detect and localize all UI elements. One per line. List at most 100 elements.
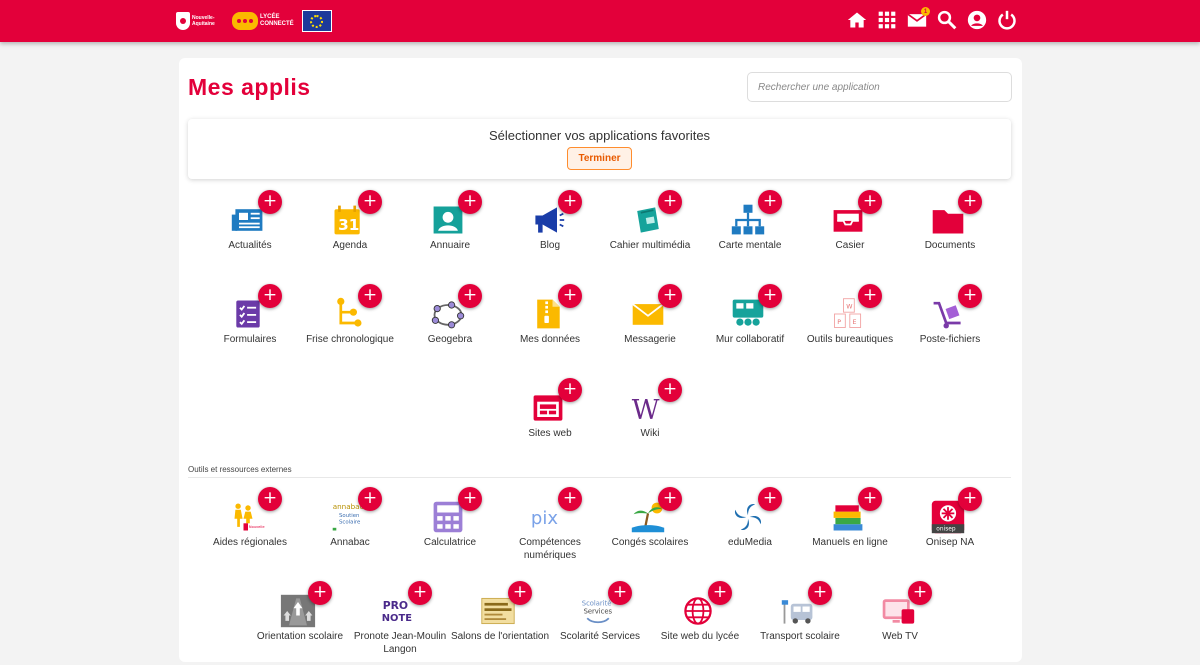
add-favorite-icon[interactable]: + [408,581,432,605]
add-favorite-icon[interactable]: + [658,284,682,308]
app-tile-messagerie[interactable]: + Messagerie [600,281,700,367]
region-logo-text: Nouvelle- Aquitaine [192,15,215,27]
add-favorite-icon[interactable]: + [558,190,582,214]
app-tile-geogebra[interactable]: + Geogebra [400,281,500,367]
app-name: Cahier multimédia [609,240,691,251]
add-favorite-icon[interactable]: + [258,284,282,308]
region-shield-icon [176,12,190,30]
app-tile-onisep-na[interactable]: onisep + Onisep NA [900,484,1000,570]
lycee-connecte-logo[interactable]: LYCÉE CONNECTÉ [232,10,294,32]
app-name: Orientation scolaire [256,631,344,642]
add-favorite-icon[interactable]: + [758,284,782,308]
add-favorite-icon[interactable]: + [858,190,882,214]
app-tile-agenda[interactable]: 31 + Agenda [300,187,400,273]
app-name: Mes données [519,334,581,345]
add-favorite-icon[interactable]: + [358,487,382,511]
add-favorite-icon[interactable]: + [358,190,382,214]
app-tile-wiki[interactable]: W + Wiki [600,375,700,461]
apps-grid-icon [878,11,896,29]
app-tile-blog[interactable]: + Blog [500,187,600,273]
add-favorite-icon[interactable]: + [658,190,682,214]
app-tile-carte-mentale[interactable]: + Carte mentale [700,187,800,273]
app-tile-pronote[interactable]: PRO NOTE + Pronote Jean-Moulin Langon [350,578,450,664]
add-favorite-icon[interactable]: + [258,487,282,511]
app-tile-annabac[interactable]: annabac Soutien Scolaire + Annabac [300,484,400,570]
app-tile-documents[interactable]: + Documents [900,187,1000,273]
app-tile-annuaire[interactable]: + Annuaire [400,187,500,273]
add-favorite-icon[interactable]: + [508,581,532,605]
messages-button[interactable]: 1 [906,7,930,32]
search-button[interactable] [936,8,958,32]
svg-text:31: 31 [338,216,359,234]
external-section-heading: Outils et ressources externes [188,465,1011,478]
home-icon [847,12,867,28]
app-tile-edumedia[interactable]: + eduMedia [700,484,800,570]
annabac-logo-sub1: Soutien [339,513,359,519]
add-favorite-icon[interactable]: + [858,284,882,308]
add-favorite-icon[interactable]: + [958,284,982,308]
app-tile-scolarite-services[interactable]: Scolarité Services + Scolarité Services [550,578,650,664]
app-name: Congés scolaires [611,537,689,548]
app-tile-salons-orientation[interactable]: + Salons de l'orientation [450,578,550,664]
add-favorite-icon[interactable]: + [558,284,582,308]
add-favorite-icon[interactable]: + [958,190,982,214]
add-favorite-icon[interactable]: + [708,581,732,605]
add-favorite-icon[interactable]: + [558,487,582,511]
add-favorite-icon[interactable]: + [808,581,832,605]
app-tile-outils-bureautiques[interactable]: W P E + Outils bureautiques [800,281,900,367]
svg-text:E: E [853,319,857,326]
onisep-logo-text: onisep [936,527,956,533]
home-button[interactable] [846,8,868,32]
add-favorite-icon[interactable]: + [658,487,682,511]
page-title: Mes applis [188,74,311,100]
app-name: Calculatrice [423,537,477,548]
app-tile-site-web-lycee[interactable]: + Site web du lycée [650,578,750,664]
add-favorite-icon[interactable]: + [858,487,882,511]
app-name: eduMedia [728,537,772,548]
add-favorite-icon[interactable]: + [258,190,282,214]
app-tile-aides-regionales[interactable]: Nouvelle + Aides régionales [200,484,300,570]
app-tile-manuels-en-ligne[interactable]: + Manuels en ligne [800,484,900,570]
app-tile-web-tv[interactable]: + Web TV [850,578,950,664]
add-favorite-icon[interactable]: + [558,378,582,402]
finish-button[interactable]: Terminer [567,147,632,170]
app-tile-mes-donnees[interactable]: + Mes données [500,281,600,367]
add-favorite-icon[interactable]: + [958,487,982,511]
app-search-input[interactable] [747,72,1012,102]
add-favorite-icon[interactable]: + [758,190,782,214]
add-favorite-icon[interactable]: + [458,487,482,511]
app-name: Salons de l'orientation [450,631,550,642]
app-tile-competences-numeriques[interactable]: pix + Compétences numériques [500,484,600,570]
app-tile-mur-collaboratif[interactable]: + Mur collaboratif [700,281,800,367]
add-favorite-icon[interactable]: + [908,581,932,605]
logo-group: Nouvelle- Aquitaine LYCÉE CONNECTÉ [176,8,332,34]
app-name: Actualités [228,240,272,251]
add-favorite-icon[interactable]: + [658,378,682,402]
app-tile-actualites[interactable]: + Actualités [200,187,300,273]
app-tile-calculatrice[interactable]: + Calculatrice [400,484,500,570]
apps-button[interactable] [876,8,898,32]
favorites-selection-banner: Sélectionner vos applications favorites … [188,119,1011,179]
app-tile-cahier-multimedia[interactable]: + Cahier multimédia [600,187,700,273]
app-name: Transport scolaire [760,631,840,642]
app-tile-orientation-scolaire[interactable]: + Orientation scolaire [250,578,350,664]
app-tile-casier[interactable]: + Casier [800,187,900,273]
app-tile-formulaires[interactable]: + Formulaires [200,281,300,367]
app-name: Wiki [640,428,660,439]
logout-button[interactable] [996,8,1018,32]
app-tile-sites-web[interactable]: + Sites web [500,375,600,461]
add-favorite-icon[interactable]: + [458,284,482,308]
app-name: Pronote Jean-Moulin Langon [353,631,447,655]
add-favorite-icon[interactable]: + [758,487,782,511]
account-button[interactable] [966,8,988,32]
add-favorite-icon[interactable]: + [358,284,382,308]
app-tile-frise-chronologique[interactable]: + Frise chronologique [300,281,400,367]
add-favorite-icon[interactable]: + [458,190,482,214]
app-tile-transport-scolaire[interactable]: + Transport scolaire [750,578,850,664]
power-icon [998,10,1016,30]
add-favorite-icon[interactable]: + [308,581,332,605]
app-tile-poste-fichiers[interactable]: + Poste-fichiers [900,281,1000,367]
region-logo[interactable]: Nouvelle- Aquitaine [176,9,224,33]
app-tile-conges-scolaires[interactable]: + Congés scolaires [600,484,700,570]
add-favorite-icon[interactable]: + [608,581,632,605]
